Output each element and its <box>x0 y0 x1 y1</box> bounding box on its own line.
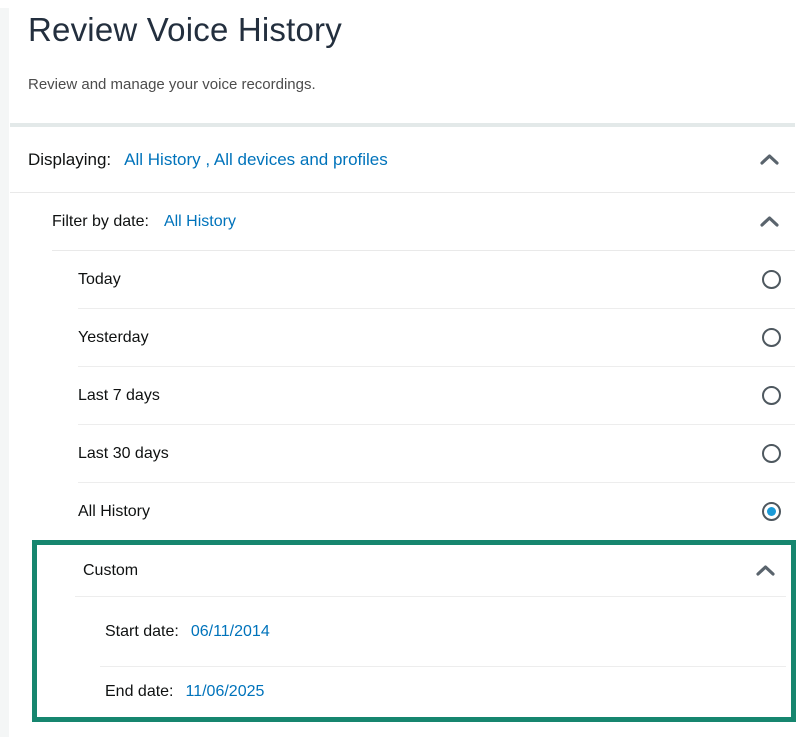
custom-label: Custom <box>83 562 138 580</box>
displaying-header[interactable]: Displaying: All History , All devices an… <box>0 127 809 192</box>
custom-section-header[interactable]: Custom <box>37 545 791 596</box>
option-label: All History <box>78 503 150 521</box>
filter-option-last-7-days[interactable]: Last 7 days <box>0 367 809 424</box>
displaying-label: Displaying: <box>28 150 111 170</box>
custom-date-range-highlight-box: Custom Start date: 06/11/2014 End date: … <box>32 540 796 722</box>
voice-history-panel: Review Voice History Review and manage y… <box>0 8 809 722</box>
start-date-value-link[interactable]: 06/11/2014 <box>191 623 270 641</box>
filter-by-date-label: Filter by date: <box>52 213 149 231</box>
filter-option-last-30-days[interactable]: Last 30 days <box>0 425 809 482</box>
radio-button-unselected[interactable] <box>762 444 781 463</box>
end-date-value-link[interactable]: 11/06/2025 <box>186 683 265 701</box>
page-subtitle: Review and manage your voice recordings. <box>28 75 809 95</box>
filter-option-today[interactable]: Today <box>0 251 809 308</box>
radio-button-unselected[interactable] <box>762 270 781 289</box>
displaying-value-link[interactable]: All History , All devices and profiles <box>124 150 388 170</box>
chevron-up-icon[interactable] <box>756 565 775 576</box>
start-date-label: Start date: <box>105 623 179 641</box>
filter-option-yesterday[interactable]: Yesterday <box>0 309 809 366</box>
start-date-row: Start date: 06/11/2014 <box>37 597 791 666</box>
chevron-up-icon[interactable] <box>760 216 779 227</box>
radio-button-unselected[interactable] <box>762 386 781 405</box>
option-label: Last 30 days <box>78 445 169 463</box>
option-label: Last 7 days <box>78 387 160 405</box>
end-date-label: End date: <box>105 683 174 701</box>
filter-by-date-value-link[interactable]: All History <box>164 213 236 231</box>
option-label: Today <box>78 271 121 289</box>
page-title: Review Voice History <box>28 8 809 52</box>
option-label: Yesterday <box>78 329 149 347</box>
chevron-up-icon[interactable] <box>760 154 779 165</box>
filter-option-all-history[interactable]: All History <box>0 483 809 540</box>
end-date-row: End date: 11/06/2025 <box>37 667 791 717</box>
radio-button-selected[interactable] <box>762 502 781 521</box>
radio-button-unselected[interactable] <box>762 328 781 347</box>
filter-by-date-header[interactable]: Filter by date: All History <box>0 193 809 250</box>
